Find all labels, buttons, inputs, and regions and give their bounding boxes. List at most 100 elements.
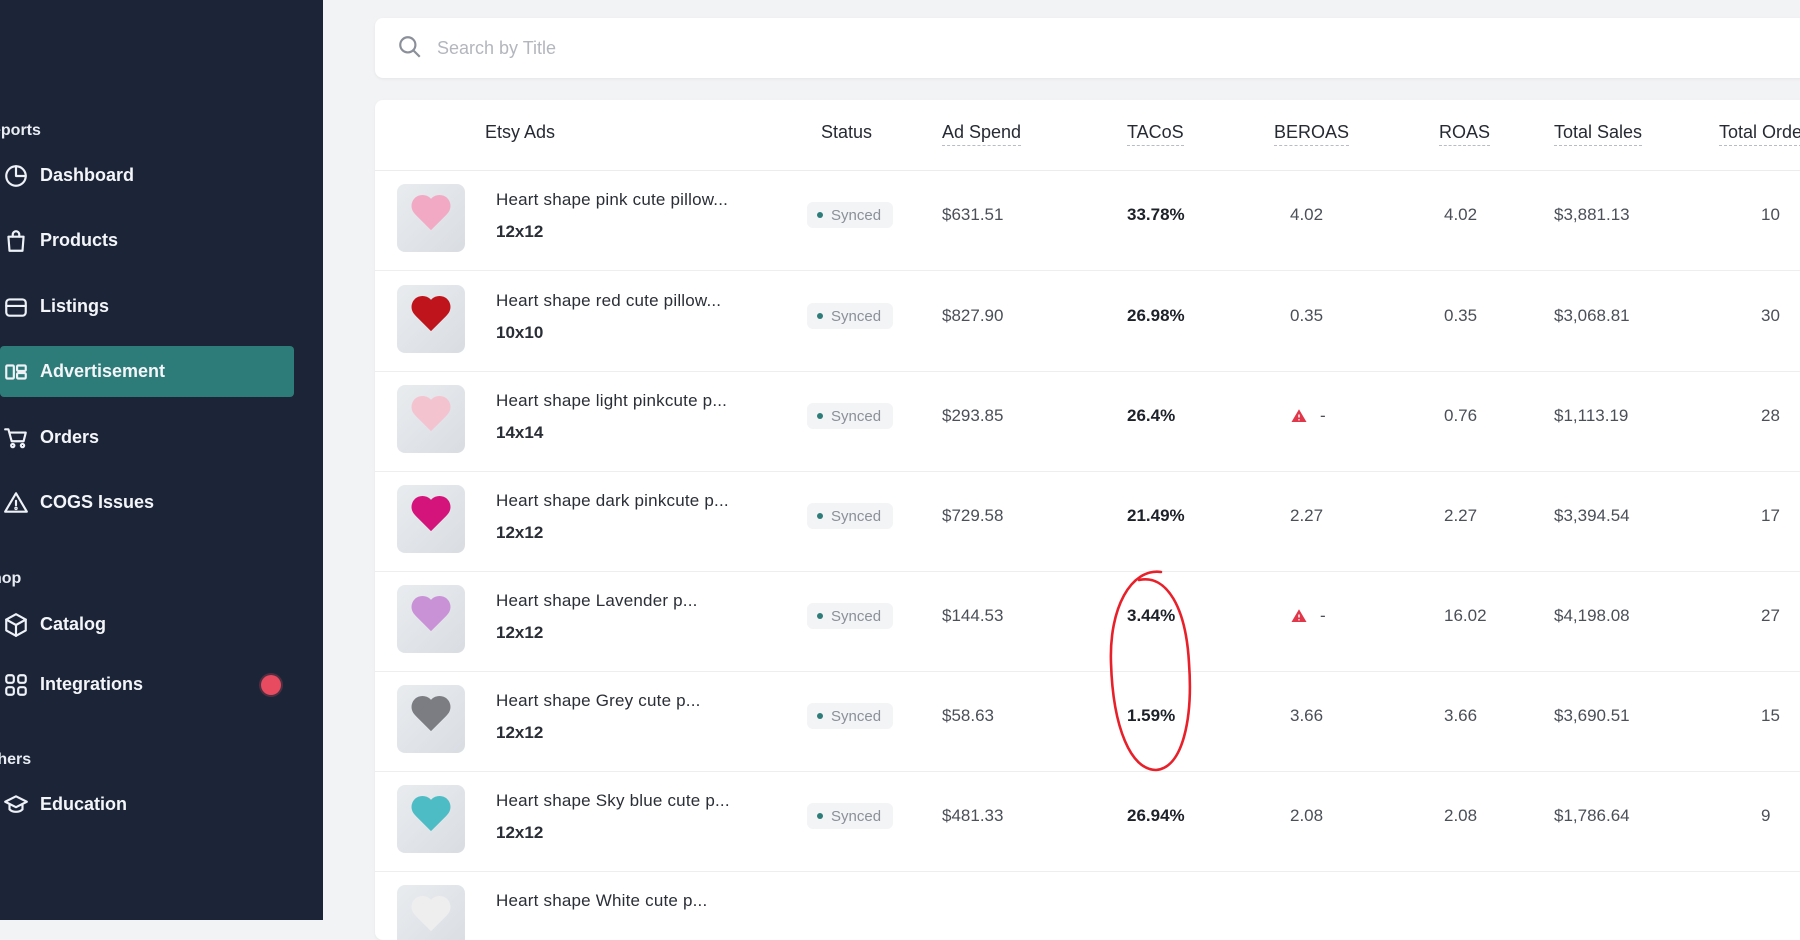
tacos-cell: 1.59% [1127,706,1176,725]
search-input[interactable] [435,36,1039,60]
status-badge: Synced [807,202,894,228]
table-row[interactable]: Heart shape red cute pillow... 10x10 Synce… [375,271,1800,372]
product-title[interactable]: Heart shape dark pinkcute p... [496,491,729,511]
product-thumbnail[interactable] [397,184,465,252]
sidebar-item-label: Advertisement [40,361,166,381]
sidebar-item-products[interactable]: Products [0,215,294,266]
heart-pillow-image [411,597,451,637]
table-row[interactable]: Heart shape Grey cute p... 12x12 Synced $58… [375,671,1800,772]
total-sales-cell: $1,113.19 [1554,406,1629,425]
sidebar-item-listings[interactable]: Listings [0,281,294,332]
box-icon [2,611,30,639]
sidebar-item-cogs-issues[interactable]: COGS Issues [0,477,294,528]
roas-cell: 16.02 [1444,606,1487,625]
grid-icon [2,671,30,699]
status-dot [817,413,823,419]
search-bar[interactable] [375,18,1800,78]
sidebar-item-label: Listings [40,296,110,316]
sidebar-item-label: Orders [40,427,100,447]
product-title[interactable]: Heart shape Grey cute p... [496,691,701,711]
product-title[interactable]: Heart shape light pinkcute p... [496,391,727,411]
roas-cell: 2.08 [1444,806,1478,825]
product-thumbnail[interactable] [397,485,465,553]
sidebar-item-label: Education [40,794,128,814]
product-size: 10x10 [496,323,544,342]
header-total-orders[interactable]: Total Orde [1719,122,1800,146]
ad-spend-cell: $631.51 [942,205,1004,224]
product-title[interactable]: Heart shape red cute pillow... [496,291,721,311]
heart-pillow-image [411,497,451,537]
heart-pillow-image [411,397,451,437]
status-dot [817,813,823,819]
beroas-cell: 2.08 [1290,806,1324,825]
status-dot [817,713,823,719]
header-tacos[interactable]: TACoS [1127,122,1184,146]
status-dot [817,613,823,619]
product-title[interactable]: Heart shape White cute p... [496,891,707,911]
status-badge: Synced [807,303,894,329]
total-orders-cell: 28 [1761,406,1780,425]
header-total-sales[interactable]: Total Sales [1554,122,1643,146]
product-thumbnail[interactable] [397,685,465,753]
status-badge: Synced [807,703,894,729]
header-roas[interactable]: ROAS [1439,122,1491,146]
main-content: Etsy Ads Status Ad Spend TACoS BEROAS RO… [323,0,1800,940]
product-size: 12x12 [496,523,544,542]
sidebar-item-orders[interactable]: Orders [0,412,294,463]
warning-icon [2,489,30,517]
sidebar-item-catalog[interactable]: Catalog [0,599,294,650]
product-title[interactable]: Heart shape Sky blue cute p... [496,791,730,811]
ads-table: Etsy Ads Status Ad Spend TACoS BEROAS RO… [375,100,1800,940]
product-thumbnail[interactable] [397,585,465,653]
product-thumbnail[interactable] [397,885,465,940]
table-row[interactable]: Heart shape dark pinkcute p... 12x12 Synce… [375,471,1800,572]
total-orders-cell: 17 [1761,506,1780,525]
header-status: Status [821,122,873,142]
product-title[interactable]: Heart shape pink cute pillow... [496,190,728,210]
sidebar-item-dashboard[interactable]: Dashboard [0,150,294,201]
sidebar-item-education[interactable]: Education [0,779,294,830]
table-row[interactable]: Heart shape pink cute pillow... 12x12 Sync… [375,170,1800,271]
total-sales-cell: $4,198.08 [1554,606,1630,625]
pie-chart-icon [2,162,30,190]
sidebar-item-advertisement[interactable]: Advertisement [0,346,294,397]
total-orders-cell: 27 [1761,606,1780,625]
search-icon [397,34,425,62]
status-dot [817,212,823,218]
status-badge: Synced [807,403,894,429]
table-row[interactable]: Heart shape Lavender p... 12x12 Synced $144… [375,571,1800,672]
header-beroas[interactable]: BEROAS [1274,122,1350,146]
total-orders-cell: 30 [1761,306,1780,325]
tacos-cell: 26.94% [1127,806,1185,825]
tacos-cell: 33.78% [1127,205,1185,224]
total-orders-cell: 10 [1761,205,1780,224]
layout-icon [2,358,30,386]
table-header: Etsy Ads Status Ad Spend TACoS BEROAS RO… [375,100,1800,171]
roas-cell: 4.02 [1444,205,1478,224]
tacos-cell: 3.44% [1127,606,1176,625]
tacos-cell: 26.4% [1127,406,1176,425]
table-row[interactable]: Heart shape White cute p... [375,871,1800,940]
product-size: 12x12 [496,222,544,241]
heart-pillow-image [411,297,451,337]
status-badge: Synced [807,803,894,829]
product-thumbnail[interactable] [397,285,465,353]
tacos-cell: 26.98% [1127,306,1185,325]
sidebar-item-label: Integrations [40,674,144,694]
heart-pillow-image [411,797,451,837]
product-title[interactable]: Heart shape Lavender p... [496,591,698,611]
total-sales-cell: $3,881.13 [1554,205,1630,224]
total-sales-cell: $3,690.51 [1554,706,1630,725]
section-label-reports: eports [0,122,41,139]
beroas-cell: 3.66 [1290,706,1324,725]
product-thumbnail[interactable] [397,385,465,453]
sidebar-item-integrations[interactable]: Integrations [0,659,294,710]
table-row[interactable]: Heart shape light pinkcute p... 14x14 Sync… [375,371,1800,472]
sidebar-item-label: Dashboard [40,165,135,185]
table-row[interactable]: Heart shape Sky blue cute p... 12x12 Synce… [375,771,1800,872]
product-thumbnail[interactable] [397,785,465,853]
header-ad-spend[interactable]: Ad Spend [942,122,1022,146]
ad-spend-cell: $293.85 [942,406,1004,425]
heart-pillow-image [411,697,451,737]
total-sales-cell: $3,394.54 [1554,506,1630,525]
